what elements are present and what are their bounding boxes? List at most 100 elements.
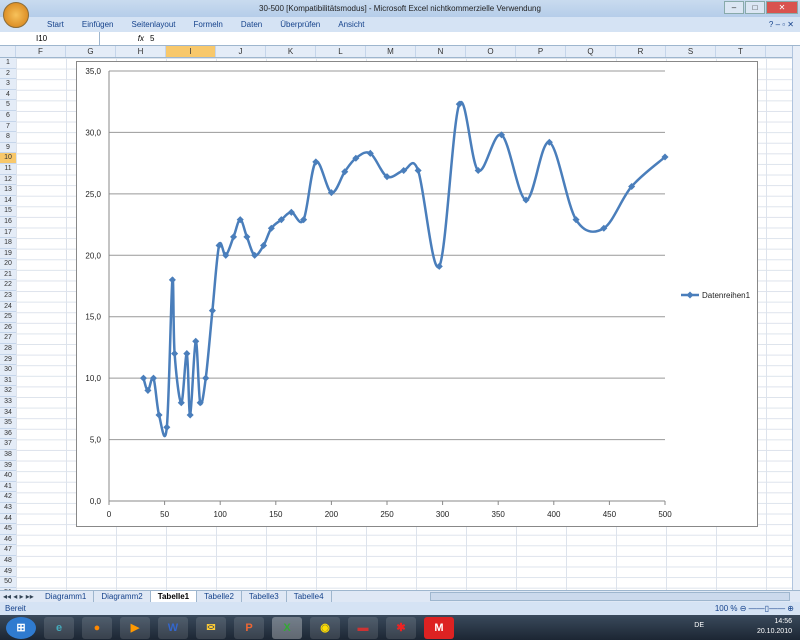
column-header[interactable]: O [466, 46, 516, 57]
menu-5[interactable]: Überprüfen [271, 17, 329, 32]
row-header[interactable]: 50 [0, 577, 16, 588]
app-icon-4[interactable]: M [424, 616, 454, 639]
start-icon[interactable]: ⊞ [6, 616, 36, 639]
row-header[interactable]: 25 [0, 312, 16, 323]
vertical-scrollbar[interactable] [792, 46, 800, 590]
row-header[interactable]: 15 [0, 206, 16, 217]
row-header[interactable]: 14 [0, 195, 16, 207]
menu-4[interactable]: Daten [232, 17, 271, 32]
row-header[interactable]: 11 [0, 163, 16, 175]
row-header[interactable]: 22 [0, 280, 16, 292]
data-point[interactable] [177, 399, 185, 407]
word-icon[interactable]: W [158, 616, 188, 639]
data-point[interactable] [414, 166, 422, 175]
row-header[interactable]: 48 [0, 555, 16, 567]
row-header[interactable]: 44 [0, 513, 16, 525]
row-header[interactable]: 21 [0, 269, 16, 281]
row-header[interactable]: 32 [0, 386, 16, 397]
powerpoint-icon[interactable]: P [234, 616, 264, 639]
ie-icon[interactable]: e [44, 616, 74, 639]
row-header[interactable]: 36 [0, 428, 16, 440]
row-header[interactable]: 39 [0, 460, 16, 472]
column-header[interactable]: G [66, 46, 116, 57]
sheet-tab[interactable]: Tabelle3 [242, 591, 287, 602]
row-header[interactable]: 26 [0, 322, 16, 334]
data-point[interactable] [243, 233, 251, 241]
row-header[interactable]: 13 [0, 185, 16, 196]
column-header[interactable]: I [166, 46, 216, 57]
row-header[interactable]: 23 [0, 291, 16, 302]
data-point[interactable] [186, 411, 194, 419]
app-icon[interactable]: ◉ [310, 616, 340, 639]
data-point[interactable] [208, 307, 216, 315]
maximize-button[interactable]: □ [745, 1, 765, 14]
data-point[interactable] [192, 337, 200, 345]
row-header[interactable]: 27 [0, 333, 16, 345]
data-point[interactable] [163, 423, 171, 431]
row-header[interactable]: 37 [0, 439, 16, 450]
row-header[interactable]: 45 [0, 524, 16, 535]
app-icon-3[interactable]: ✱ [386, 616, 416, 639]
row-header[interactable]: 7 [0, 121, 16, 133]
sheet-tab[interactable]: Tabelle4 [287, 591, 332, 602]
sheet-tab[interactable]: Diagramm1 [38, 591, 95, 602]
row-header[interactable]: 34 [0, 407, 16, 419]
outlook-icon[interactable]: ✉ [196, 616, 226, 639]
row-header[interactable]: 43 [0, 502, 16, 514]
column-header[interactable]: Q [566, 46, 616, 57]
column-header[interactable]: F [16, 46, 66, 57]
row-header[interactable]: 28 [0, 344, 16, 355]
row-header[interactable]: 3 [0, 79, 16, 90]
column-header[interactable]: K [266, 46, 316, 57]
data-point[interactable] [183, 350, 191, 358]
row-header[interactable]: 24 [0, 301, 16, 313]
data-point[interactable] [139, 374, 148, 382]
fx-icon[interactable]: fx [100, 34, 150, 43]
row-header[interactable]: 4 [0, 89, 16, 101]
sheet-tab[interactable]: Tabelle1 [150, 591, 198, 602]
column-header[interactable]: L [316, 46, 366, 57]
menu-0[interactable]: Start [38, 17, 73, 32]
office-button[interactable] [3, 2, 29, 28]
row-header[interactable]: 8 [0, 132, 16, 143]
chart[interactable]: 0,0 5,0 10,0 15,0 20,0 25,0 30,0 35,0 0 50 100 150 2… [76, 61, 758, 527]
data-point[interactable] [155, 411, 163, 419]
name-box[interactable]: I10 [0, 31, 100, 46]
zoom-control[interactable]: 100 % ⊖ ——▯—— ⊕ [715, 602, 794, 615]
row-header[interactable]: 40 [0, 471, 16, 482]
app-icon-2[interactable]: ▬ [348, 616, 378, 639]
column-header[interactable]: H [116, 46, 166, 57]
menu-3[interactable]: Formeln [185, 17, 232, 32]
series-line[interactable] [142, 100, 666, 438]
language-indicator[interactable]: DE [694, 621, 704, 631]
media-player-icon[interactable]: ▶ [120, 616, 150, 639]
row-header[interactable]: 31 [0, 375, 16, 387]
formula-input[interactable]: 5 [150, 34, 154, 43]
menu-1[interactable]: Einfügen [73, 17, 123, 32]
data-point[interactable] [230, 233, 238, 241]
horizontal-scrollbar[interactable] [430, 592, 790, 601]
row-header[interactable]: 5 [0, 100, 16, 111]
row-header[interactable]: 12 [0, 174, 16, 186]
row-header[interactable]: 42 [0, 492, 16, 503]
row-header[interactable]: 19 [0, 248, 16, 260]
row-header[interactable]: 1 [0, 58, 16, 69]
row-header[interactable]: 6 [0, 110, 16, 122]
row-header[interactable]: 35 [0, 418, 16, 429]
clock-date[interactable]: 20.10.2010 [757, 627, 792, 637]
row-header[interactable]: 33 [0, 397, 16, 408]
sheet-tab[interactable]: Tabelle2 [197, 591, 242, 602]
column-header[interactable]: T [716, 46, 766, 57]
select-all[interactable] [0, 46, 16, 57]
row-header[interactable]: 29 [0, 354, 16, 366]
sheet-tab[interactable]: Diagramm2 [94, 591, 151, 602]
data-point[interactable] [171, 350, 179, 358]
row-header[interactable]: 46 [0, 534, 16, 546]
help-icon[interactable]: ? – ▫ ✕ [769, 17, 794, 32]
column-header[interactable]: N [416, 46, 466, 57]
firefox-icon[interactable]: ● [82, 616, 112, 639]
minimize-button[interactable]: – [724, 1, 744, 14]
row-header[interactable]: 2 [0, 68, 16, 80]
column-header[interactable]: S [666, 46, 716, 57]
column-header[interactable]: P [516, 46, 566, 57]
